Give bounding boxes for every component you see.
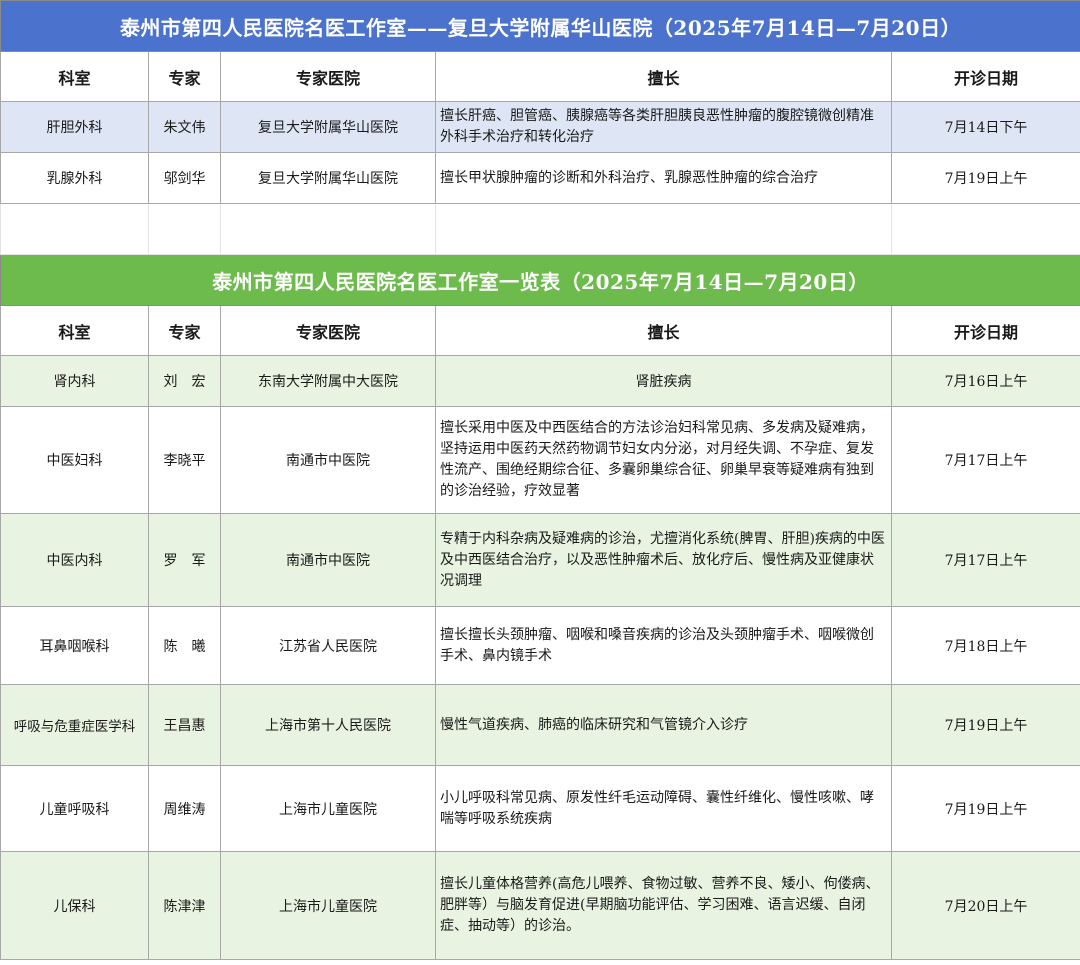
table-row: 肾内科 刘 宏 东南大学附属中大医院 肾脏疾病 7月16日上午: [0, 355, 1080, 407]
specialty-cell: 擅长儿童体格营养(高危儿喂养、食物过敏、营养不良、矮小、佝偻病、肥胖等）与脑发育…: [435, 851, 892, 960]
doctor-cell: 朱文伟: [148, 101, 221, 153]
doctor-cell: 陈津津: [148, 851, 221, 960]
dept-cell: 儿保科: [0, 851, 149, 960]
spacer-row: [0, 203, 1080, 255]
date-cell: 7月17日上午: [890, 406, 1080, 514]
schedule-table: 泰州市第四人民医院名医工作室——复旦大学附属华山医院（2025年7月14日—7月…: [0, 0, 1080, 960]
date-cell: 7月19日上午: [890, 152, 1080, 204]
hospital-cell: 复旦大学附属华山医院: [220, 152, 436, 204]
hospital-cell: 上海市儿童医院: [220, 851, 436, 960]
table-row: 儿童呼吸科 周维涛 上海市儿童医院 小儿呼吸科常见病、原发性纤毛运动障碍、囊性纤…: [0, 765, 1080, 852]
dept-cell: 肝胆外科: [0, 101, 149, 153]
schedule-sheet: 泰州市第四人民医院名医工作室——复旦大学附属华山医院（2025年7月14日—7月…: [0, 0, 1080, 965]
dept-cell: 中医妇科: [0, 406, 149, 514]
section2-header-row: 科室 专家 专家医院 擅长 开诊日期: [0, 305, 1080, 356]
col-header-date: 开诊日期: [890, 51, 1080, 102]
dept-cell: 耳鼻咽喉科: [0, 606, 149, 685]
specialty-cell: 擅长肝癌、胆管癌、胰腺癌等各类肝胆胰良恶性肿瘤的腹腔镜微创精准外科手术治疗和转化…: [435, 101, 892, 153]
col-header-dept: 科室: [0, 305, 149, 356]
date-cell: 7月14日下午: [890, 101, 1080, 153]
specialty-cell: 慢性气道疾病、肺癌的临床研究和气管镜介入诊疗: [435, 684, 892, 766]
dept-cell: 中医内科: [0, 513, 149, 607]
table-row: 耳鼻咽喉科 陈 曦 江苏省人民医院 擅长擅长头颈肿瘤、咽喉和嗓音疾病的诊治及头颈…: [0, 606, 1080, 685]
specialty-cell: 擅长擅长头颈肿瘤、咽喉和嗓音疾病的诊治及头颈肿瘤手术、咽喉微创手术、鼻内镜手术: [435, 606, 892, 685]
col-header-doctor: 专家: [148, 51, 221, 102]
col-header-dept: 科室: [0, 51, 149, 102]
hospital-cell: 江苏省人民医院: [220, 606, 436, 685]
date-cell: 7月19日上午: [890, 765, 1080, 852]
date-cell: 7月19日上午: [890, 684, 1080, 766]
doctor-cell: 罗 军: [148, 513, 221, 607]
table-row: 呼吸与危重症医学科 王昌惠 上海市第十人民医院 慢性气道疾病、肺癌的临床研究和气…: [0, 684, 1080, 766]
dept-cell: 儿童呼吸科: [0, 765, 149, 852]
dept-cell: 乳腺外科: [0, 152, 149, 204]
table-row: 中医内科 罗 军 南通市中医院 专精于内科杂病及疑难病的诊治，尤擅消化系统(脾胃…: [0, 513, 1080, 607]
col-header-hospital: 专家医院: [220, 305, 436, 356]
date-cell: 7月17日上午: [890, 513, 1080, 607]
doctor-cell: 李晓平: [148, 406, 221, 514]
doctor-cell: 刘 宏: [148, 355, 221, 407]
date-cell: 7月16日上午: [890, 355, 1080, 407]
col-header-hospital: 专家医院: [220, 51, 436, 102]
date-cell: 7月18日上午: [890, 606, 1080, 685]
hospital-cell: 南通市中医院: [220, 513, 436, 607]
hospital-cell: 南通市中医院: [220, 406, 436, 514]
col-header-date: 开诊日期: [890, 305, 1080, 356]
hospital-cell: 复旦大学附属华山医院: [220, 101, 436, 153]
specialty-cell: 肾脏疾病: [435, 355, 892, 407]
table-row: 肝胆外科 朱文伟 复旦大学附属华山医院 擅长肝癌、胆管癌、胰腺癌等各类肝胆胰良恶…: [0, 101, 1080, 153]
hospital-cell: 上海市第十人民医院: [220, 684, 436, 766]
section1-header-row: 科室 专家 专家医院 擅长 开诊日期: [0, 51, 1080, 102]
hospital-cell: 东南大学附属中大医院: [220, 355, 436, 407]
hospital-cell: 上海市儿童医院: [220, 765, 436, 852]
specialty-cell: 擅长采用中医及中西医结合的方法诊治妇科常见病、多发病及疑难病，坚持运用中医药天然…: [435, 406, 892, 514]
specialty-cell: 擅长甲状腺肿瘤的诊断和外科治疗、乳腺恶性肿瘤的综合治疗: [435, 152, 892, 204]
specialty-cell: 小儿呼吸科常见病、原发性纤毛运动障碍、囊性纤维化、慢性咳嗽、哮喘等呼吸系统疾病: [435, 765, 892, 852]
table-row: 乳腺外科 邬剑华 复旦大学附属华山医院 擅长甲状腺肿瘤的诊断和外科治疗、乳腺恶性…: [0, 152, 1080, 204]
specialty-cell: 专精于内科杂病及疑难病的诊治，尤擅消化系统(脾胃、肝胆)疾病的中医及中西医结合治…: [435, 513, 892, 607]
table-row: 儿保科 陈津津 上海市儿童医院 擅长儿童体格营养(高危儿喂养、食物过敏、营养不良…: [0, 851, 1080, 960]
section1-title: 泰州市第四人民医院名医工作室——复旦大学附属华山医院（2025年7月14日—7月…: [0, 0, 1080, 52]
dept-cell: 呼吸与危重症医学科: [0, 684, 149, 766]
doctor-cell: 周维涛: [148, 765, 221, 852]
doctor-cell: 邬剑华: [148, 152, 221, 204]
table-row: 中医妇科 李晓平 南通市中医院 擅长采用中医及中西医结合的方法诊治妇科常见病、多…: [0, 406, 1080, 514]
doctor-cell: 陈 曦: [148, 606, 221, 685]
doctor-cell: 王昌惠: [148, 684, 221, 766]
section2-title: 泰州市第四人民医院名医工作室一览表（2025年7月14日—7月20日）: [0, 254, 1080, 306]
col-header-doctor: 专家: [148, 305, 221, 356]
dept-cell: 肾内科: [0, 355, 149, 407]
date-cell: 7月20日上午: [890, 851, 1080, 960]
col-header-specialty: 擅长: [435, 305, 892, 356]
col-header-specialty: 擅长: [435, 51, 892, 102]
